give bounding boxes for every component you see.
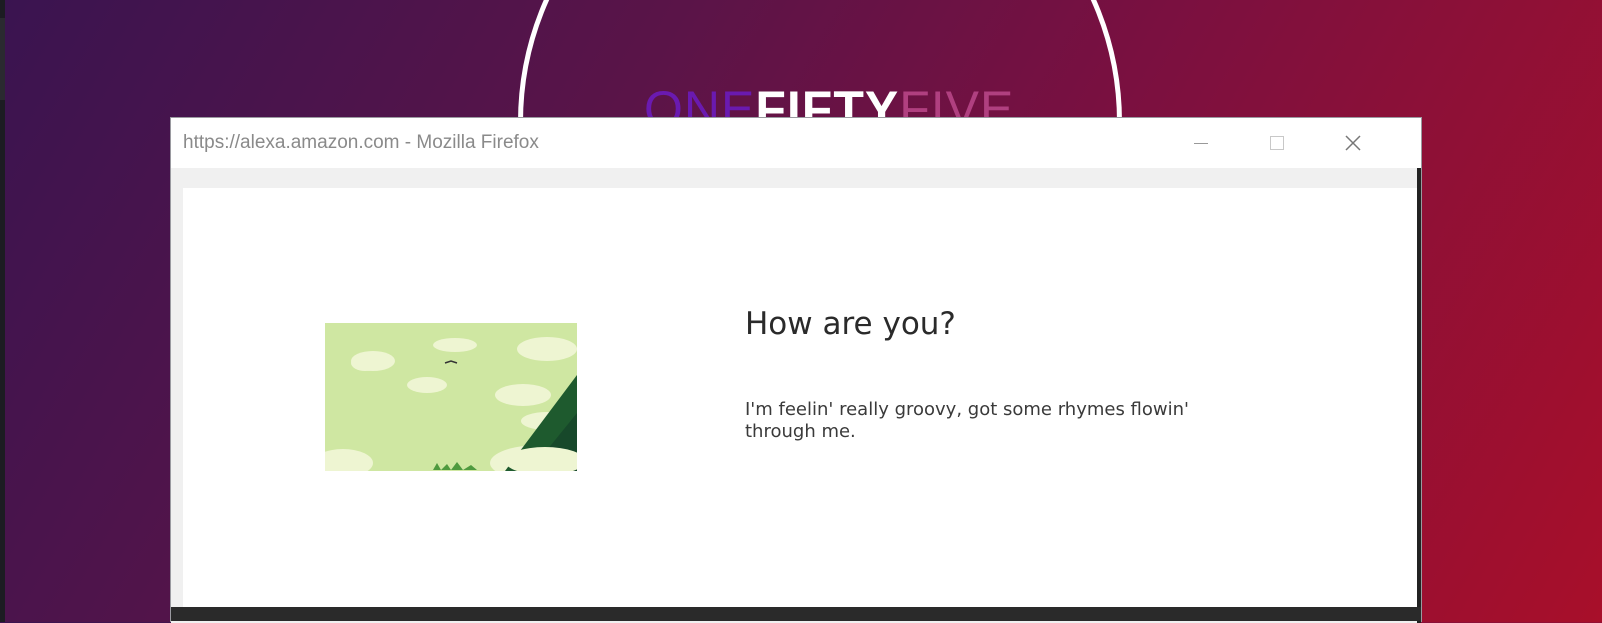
firefox-popup-window: https://alexa.amazon.com - Mozilla Firef…	[170, 117, 1422, 623]
window-edge	[1417, 168, 1421, 623]
minimize-icon	[1194, 142, 1208, 144]
desktop-edge	[0, 0, 5, 622]
close-button[interactable]	[1323, 118, 1383, 168]
minimize-button[interactable]	[1171, 118, 1231, 168]
maximize-button[interactable]	[1247, 118, 1307, 168]
window-titlebar[interactable]: https://alexa.amazon.com - Mozilla Firef…	[171, 118, 1421, 169]
browser-content: How are you? I'm feelin' really groovy, …	[171, 168, 1421, 623]
card-body: I'm feelin' really groovy, got some rhym…	[745, 399, 1189, 442]
bottom-edge	[171, 607, 1421, 621]
window-title: https://alexa.amazon.com - Mozilla Firef…	[183, 132, 539, 153]
close-icon	[1345, 135, 1361, 151]
landscape-illustration	[325, 323, 577, 471]
maximize-icon	[1270, 136, 1284, 150]
card-title: How are you?	[745, 306, 956, 342]
alexa-card-page: How are you? I'm feelin' really groovy, …	[183, 188, 1417, 608]
